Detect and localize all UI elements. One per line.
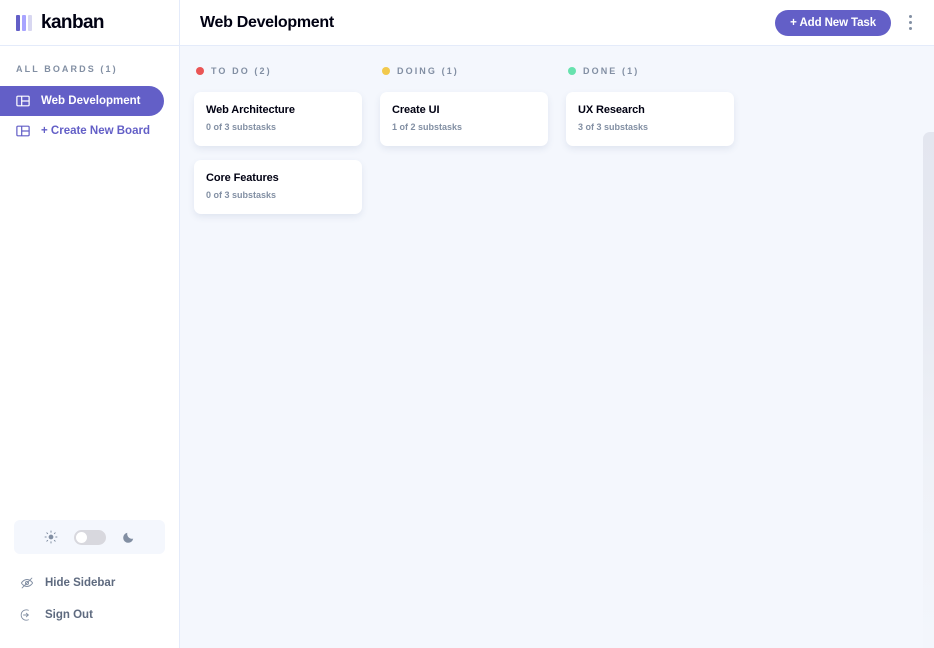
kebab-menu-icon[interactable]: [903, 11, 918, 34]
theme-toggle-group: [14, 520, 165, 554]
columns-container: TO DO (2) Web Architecture 0 of 3 substa…: [194, 66, 934, 648]
sign-out-label: Sign Out: [45, 609, 93, 621]
sign-out-icon: [20, 609, 29, 621]
sign-out-button[interactable]: Sign Out: [14, 608, 165, 622]
task-card[interactable]: Web Architecture 0 of 3 substasks: [194, 92, 362, 146]
sun-icon: [44, 530, 57, 544]
kanban-bars-icon: [16, 14, 32, 31]
header-actions: + Add New Task: [775, 9, 918, 36]
boards-section: ALL BOARDS (1) Web Development + Create …: [0, 46, 179, 146]
task-title: Core Features: [206, 172, 279, 184]
column-title: DONE (1): [583, 66, 640, 76]
add-new-task-button[interactable]: + Add New Task: [775, 9, 891, 36]
sidebar-bottom: Hide Sidebar Sign Out: [0, 520, 179, 648]
sidebar-item-label: + Create New Board: [41, 125, 150, 137]
board-icon: [16, 125, 30, 137]
column-doing: DOING (1) Create UI 1 of 2 substasks: [380, 66, 548, 648]
main-area: Web Development + Add New Task TO DO (2)…: [180, 0, 934, 648]
task-subtasks: 3 of 3 substasks: [578, 122, 649, 132]
new-column-button[interactable]: + New Column: [923, 132, 934, 648]
task-subtasks: 0 of 3 substasks: [206, 190, 277, 200]
page-title: Web Development: [200, 13, 334, 31]
column-todo: TO DO (2) Web Architecture 0 of 3 substa…: [194, 66, 362, 648]
task-subtasks: 0 of 3 substasks: [206, 122, 277, 132]
column-header: DOING (1): [380, 66, 548, 76]
task-card[interactable]: Core Features 0 of 3 substasks: [194, 160, 362, 214]
status-dot-icon: [382, 67, 390, 75]
sidebar-item-web-development[interactable]: Web Development: [0, 86, 164, 116]
sidebar-item-create-new-board[interactable]: + Create New Board: [0, 116, 164, 146]
hide-sidebar-label: Hide Sidebar: [45, 577, 116, 589]
board-icon: [16, 95, 30, 107]
task-card[interactable]: Create UI 1 of 2 substasks: [380, 92, 548, 146]
theme-toggle-switch[interactable]: [73, 529, 106, 545]
app-logo-text: kanban: [41, 11, 105, 33]
moon-icon: [122, 532, 133, 543]
task-subtasks: 1 of 2 substasks: [392, 122, 463, 132]
task-title: Web Architecture: [206, 104, 295, 116]
column-title: TO DO (2): [211, 66, 272, 76]
task-card[interactable]: UX Research 3 of 3 substasks: [566, 92, 734, 146]
top-header: Web Development + Add New Task: [180, 0, 934, 46]
sidebar: kanban ALL BOARDS (1) Web Development + …: [0, 0, 180, 648]
status-dot-icon: [568, 67, 576, 75]
sidebar-item-label: Web Development: [41, 95, 141, 107]
column-title: DOING (1): [397, 66, 459, 76]
hide-sidebar-button[interactable]: Hide Sidebar: [14, 576, 165, 590]
all-boards-label: ALL BOARDS (1): [16, 64, 118, 74]
board-canvas: TO DO (2) Web Architecture 0 of 3 substa…: [180, 46, 934, 648]
app-logo: kanban: [0, 0, 179, 46]
app-root: kanban ALL BOARDS (1) Web Development + …: [0, 0, 934, 648]
column-done: DONE (1) UX Research 3 of 3 substasks: [566, 66, 734, 648]
task-title: Create UI: [392, 104, 440, 116]
status-dot-icon: [196, 67, 204, 75]
task-title: UX Research: [578, 104, 645, 116]
toggle-knob: [75, 531, 87, 543]
column-header: DONE (1): [566, 66, 734, 76]
column-header: TO DO (2): [194, 66, 362, 76]
eye-off-icon: [20, 577, 34, 589]
